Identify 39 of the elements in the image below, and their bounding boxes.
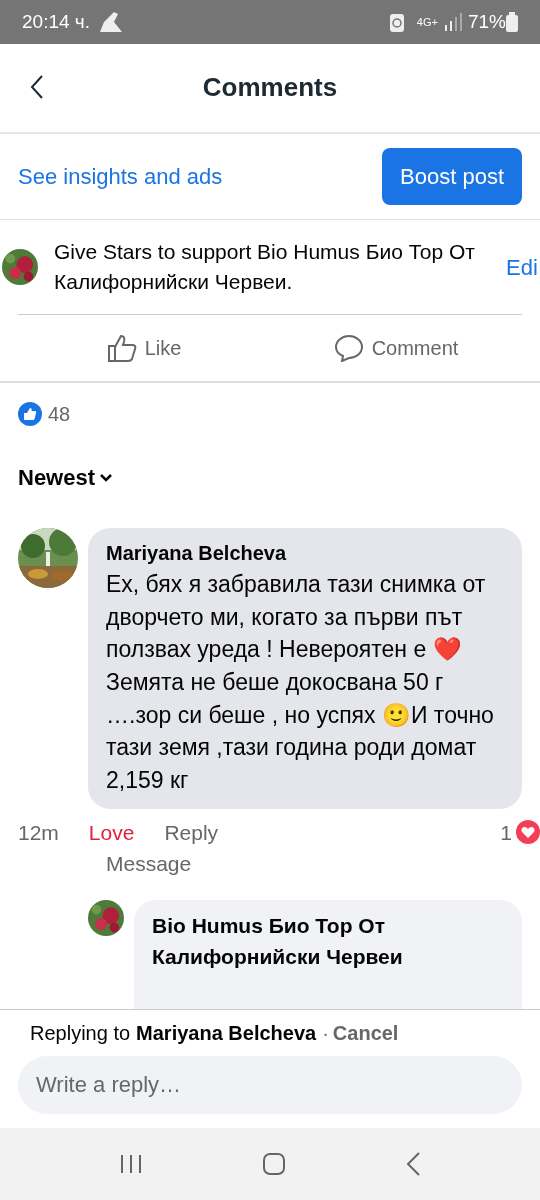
edit-link[interactable]: Edi (506, 250, 540, 284)
cancel-link[interactable]: Cancel (332, 1018, 399, 1048)
love-link[interactable]: Love (88, 816, 135, 849)
thumbs-up-icon (106, 334, 137, 362)
like-reaction-icon (18, 402, 42, 426)
page-title: Comments (202, 72, 338, 104)
stars-prompt-text: Give Stars to support Bio Humus Био Тор От Калифорнийски Червеи. (54, 238, 476, 295)
home-button[interactable] (262, 1151, 286, 1177)
reply-link[interactable]: Reply (164, 816, 219, 849)
back-button[interactable] (30, 74, 44, 100)
reply-input[interactable]: Write a reply… (18, 1056, 522, 1114)
message-link[interactable]: Message (106, 848, 192, 880)
battery-saver-icon (388, 11, 405, 33)
boost-post-button[interactable]: Boost post (382, 148, 522, 205)
comment-button[interactable]: Comment (270, 315, 522, 381)
reply-author: Bio Humus Био Тор От Калифорнийски Червеи (152, 912, 404, 971)
battery-level: 71% (467, 9, 506, 34)
insights-link[interactable]: See insights and ads (18, 160, 223, 193)
comment-author: Mariyana Belcheva (106, 541, 288, 566)
signal-icon (443, 13, 462, 31)
heart-reaction-icon (516, 820, 540, 845)
separator: · (322, 1021, 329, 1046)
chevron-down-icon (99, 472, 114, 483)
replying-to-name: Mariyana Belcheva (136, 1021, 317, 1046)
reaction-count: 1 (500, 819, 512, 846)
back-nav-button[interactable] (404, 1151, 421, 1177)
home-icon (262, 1152, 286, 1177)
clock: 20:14 ч. (22, 9, 90, 34)
sort-dropdown[interactable]: Newest (18, 461, 114, 494)
like-button[interactable]: Like (18, 315, 270, 381)
back-icon (404, 1151, 421, 1177)
speech-bubble-icon (333, 334, 364, 362)
comment-text: Ех, бях я забравила тази снимка от дворчето ми, когато за първи път ползвах уреда ! Невероятен е ❤ Земята не беше докосвана 50 г ….зор си беше , но успях 🙂И точно тази земя ,тази година роди домат 2,159 кг (106, 570, 495, 795)
network-type: 4G+ (416, 14, 438, 30)
back-icon (30, 74, 44, 100)
comment-time: 12m (18, 819, 59, 846)
replying-to-label: Replying to (30, 1021, 131, 1046)
battery-icon (506, 12, 518, 32)
reaction-count: 48 (48, 402, 71, 427)
